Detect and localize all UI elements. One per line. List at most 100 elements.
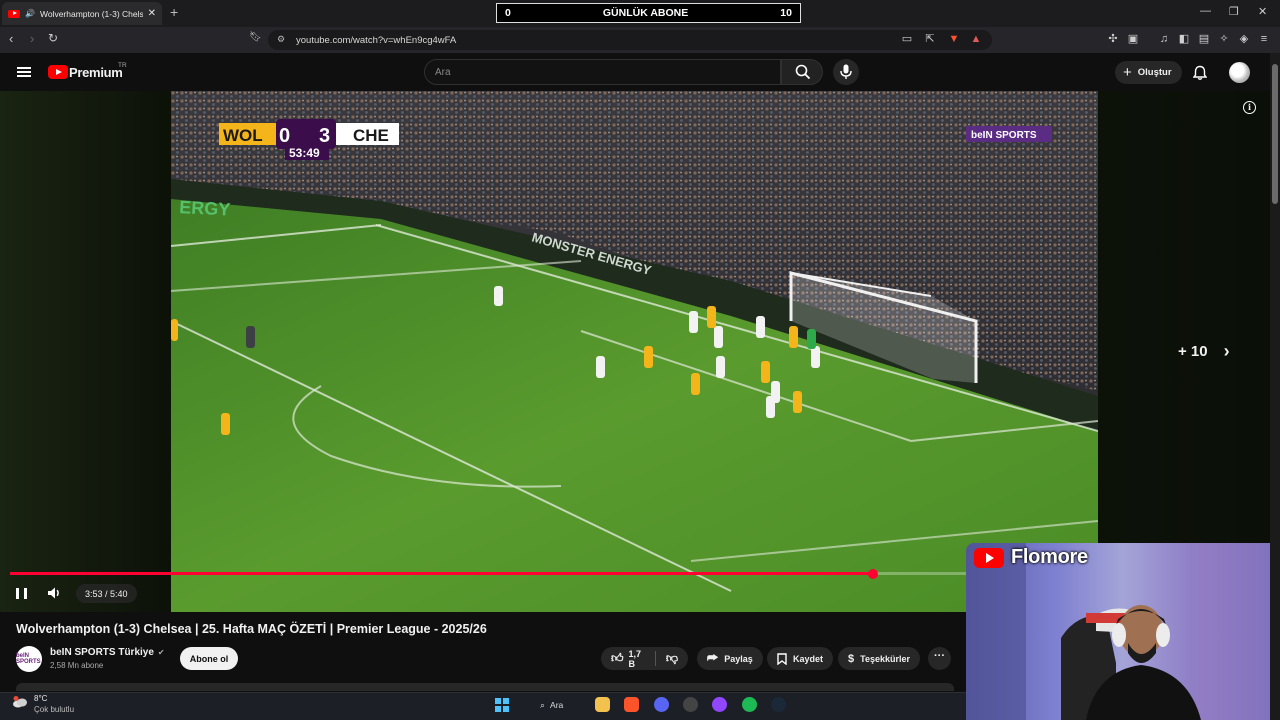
browser-menu-icon[interactable]: ≡ [1258,33,1270,46]
time-display: 3:53 / 5:40 [76,584,137,603]
reload-icon[interactable]: ↻ [48,31,58,45]
cast-icon[interactable]: ▭ [901,33,913,46]
webcam-feed [966,543,1280,720]
wallet-icon[interactable]: ▤ [1198,33,1210,46]
twitch-app-icon[interactable] [712,697,727,712]
weather-cloud-icon[interactable] [12,696,28,708]
window-close-icon[interactable]: ✕ [1258,5,1267,18]
sub-counter-goal: 10 [780,7,792,19]
chevron-right-icon[interactable]: › [1224,342,1230,360]
voice-search-button[interactable] [833,59,859,85]
windows-start-icon[interactable] [495,698,509,712]
site-info-icon[interactable]: ⚙ [277,34,285,45]
url-text: youtube.com/watch?v=whEn9cg4wFA [296,34,457,46]
like-button[interactable]: 👍︎ 1,7 B [611,649,650,669]
subscribe-button[interactable]: Abone ol [180,647,238,670]
broadcaster-logo: beIN SPORTS [966,126,1052,142]
create-button[interactable]: + Oluştur [1115,61,1182,84]
video-title: Wolverhampton (1-3) Chelsea | 25. Hafta … [16,622,487,636]
file-explorer-icon[interactable] [595,697,610,712]
dislike-button[interactable]: 👎︎ [666,651,678,666]
channel-avatar[interactable]: beIN SPORTS [16,646,42,672]
obs-icon[interactable] [683,697,698,712]
description-box[interactable] [16,683,954,691]
match-footage: ERGY MONSTER ENERGY WOL 0 3 CHE 53:49 be… [171,91,1098,612]
weather-description[interactable]: Çok bulutlu [34,705,74,714]
hamburger-menu-icon[interactable] [17,67,31,77]
daily-subscriber-counter: 0 GÜNLÜK ABONE 10 [496,3,801,23]
video-frame[interactable]: ERGY MONSTER ENERGY WOL 0 3 CHE 53:49 be… [171,91,1098,612]
new-tab-icon[interactable]: + [170,4,178,20]
channel-name[interactable]: beIN SPORTS Türkiye [50,647,154,658]
youtube-logo-icon [974,547,1004,568]
volume-icon[interactable] [48,587,62,599]
create-label: Oluştur [1137,67,1172,78]
region-code: TR [118,62,127,69]
notifications-bell-icon[interactable] [1193,65,1207,81]
youtube-logo-icon[interactable] [48,65,68,79]
browser-tab[interactable]: 🔊 Wolverhampton (1-3) Chelsea ✕ [2,2,162,25]
account-avatar[interactable] [1229,62,1250,83]
share-button[interactable]: ⮫ Paylaş [697,647,763,670]
microphone-icon [840,64,852,79]
away-team-code: CHE [353,126,389,145]
restore-icon[interactable]: ❐ [1229,5,1239,18]
progress-bar-played [10,572,874,575]
ai-assistant-icon[interactable]: ✧ [1218,33,1230,46]
thumbs-up-icon: 👍︎ [611,651,624,665]
close-tab-icon[interactable]: ✕ [148,8,156,19]
forward-icon[interactable]: › [30,31,34,46]
info-icon[interactable]: i [1243,101,1256,114]
verified-icon: ✔ [157,648,165,657]
windows-taskbar [0,692,966,720]
search-input[interactable]: Ara [424,59,781,85]
broadcaster-logo-text: beIN SPORTS [971,130,1037,141]
browser-tab-bar: 🔊 Wolverhampton (1-3) Chelsea ✕ + 0 GÜNL… [0,0,1280,27]
minimize-icon[interactable]: — [1200,5,1211,17]
youtube-masthead: Premium TR Ara + Oluştur [0,53,1270,91]
discord-icon[interactable] [654,697,669,712]
youtube-favicon-icon [8,9,20,18]
thanks-icon: $ [848,652,855,665]
search-icon [795,64,811,80]
save-button[interactable]: Kaydet [767,647,834,670]
channel-subscriber-count: 2,58 Mn abone [50,661,104,670]
screenshot-icon[interactable]: ▣ [1127,33,1139,46]
video-player[interactable]: ERGY MONSTER ENERGY WOL 0 3 CHE 53:49 be… [0,91,1270,612]
like-divider [655,651,656,666]
svg-text:ERGY: ERGY [179,197,231,220]
share-page-icon[interactable]: ⇱ [924,33,936,46]
progress-scrubber[interactable] [868,568,879,579]
thanks-button[interactable]: $ Teşekkürler [838,647,920,670]
sidebar-icon[interactable]: ◧ [1178,33,1190,46]
brave-shield-icon[interactable]: ▼ [948,33,960,46]
more-actions-icon[interactable]: ··· [928,647,951,670]
share-label: Paylaş [724,653,753,664]
brave-browser-icon[interactable] [624,697,639,712]
spotify-icon[interactable] [742,697,757,712]
music-icon[interactable]: ♫ [1158,33,1170,46]
skip-forward-control[interactable]: + 10 › [1178,342,1230,360]
back-icon[interactable]: ‹ [9,31,13,46]
channel-avatar-text: beIN SPORTS [16,653,41,665]
extensions-icon[interactable]: ✣ [1107,33,1119,46]
skip-forward-label: + 10 [1178,343,1208,360]
taskbar-search-button[interactable]: ⌕ Ara [532,697,582,713]
address-bar[interactable]: ⚙ youtube.com/watch?v=whEn9cg4wFA [268,30,992,50]
weather-temperature[interactable]: 8°C [34,694,47,703]
bookmark-icon[interactable]: 🔖︎ [249,32,262,43]
channel-name-row[interactable]: beIN SPORTS Türkiye ✔ [50,647,165,658]
search-icon: ⌕ [540,699,546,710]
youtube-brand-label[interactable]: Premium [69,65,123,80]
save-label: Kaydet [793,653,824,664]
search-placeholder: Ara [435,66,451,78]
vpn-icon[interactable]: ◈ [1238,33,1250,46]
search-button[interactable] [781,59,823,85]
brave-rewards-icon[interactable]: ▲ [970,33,982,46]
streamer-webcam [966,543,1280,720]
steam-icon[interactable] [771,697,786,712]
scrollbar-thumb[interactable] [1272,64,1278,204]
thanks-label: Teşekkürler [860,653,910,664]
home-team-code: WOL [223,126,263,145]
pause-icon[interactable] [16,588,27,599]
